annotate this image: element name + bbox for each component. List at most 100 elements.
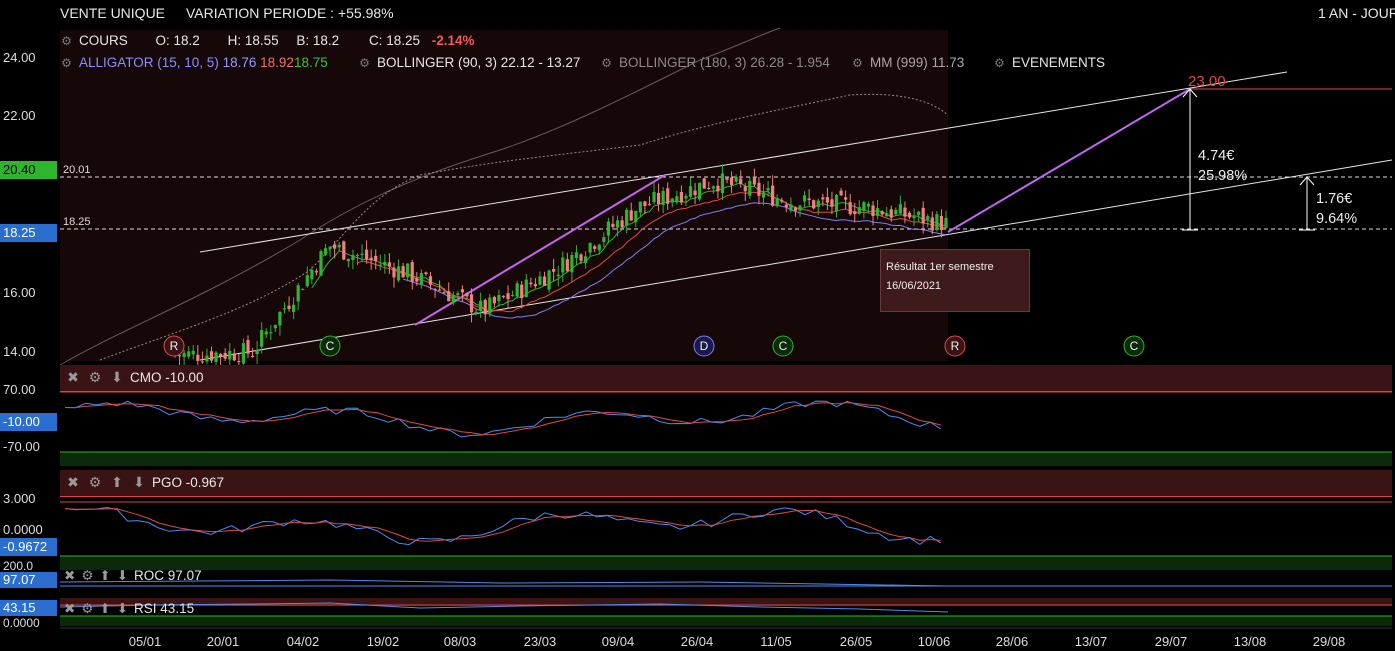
gain2-eur-label: 1.76€ (1316, 191, 1352, 207)
arrow-down-icon[interactable]: ⬇ (108, 369, 126, 386)
candle-body (761, 192, 766, 198)
cours-label: COURS (79, 33, 128, 48)
candle-body (729, 177, 734, 186)
x-tick: 11/05 (760, 634, 792, 649)
arrow-down-icon[interactable]: ⬇ (117, 601, 128, 616)
gear-icon[interactable]: ⚙ (60, 56, 73, 70)
x-tick: 28/06 (995, 634, 1029, 649)
gear-icon[interactable]: ⚙ (993, 56, 1006, 70)
gear-icon[interactable]: ⚙ (851, 56, 864, 70)
close-icon[interactable]: ✖ (64, 601, 75, 616)
candle-body (670, 198, 674, 203)
x-tick: 29/08 (1312, 634, 1346, 649)
candle-body (588, 243, 592, 253)
candle-body (743, 186, 747, 192)
alligator-lips-value: 18.75 (293, 55, 328, 70)
event-label-c2: C (779, 339, 788, 353)
candle-body (844, 197, 848, 200)
x-tick: 20/01 (206, 634, 240, 649)
candle-body (656, 193, 661, 205)
candle-body (424, 272, 428, 274)
candle-body (250, 355, 255, 357)
candle-body (378, 264, 382, 266)
candle-body (269, 332, 273, 334)
candle-body (392, 267, 396, 278)
close-icon[interactable]: ✖ (64, 474, 82, 491)
x-tick: 26/05 (839, 634, 873, 649)
candle-body (205, 355, 209, 362)
close-icon[interactable]: ✖ (64, 369, 82, 386)
period-selector[interactable]: 1 AN - JOUR (1318, 5, 1395, 21)
candle-body (232, 353, 236, 361)
candle-body (725, 177, 729, 180)
rsi-lower-zone (60, 616, 1392, 626)
pgo-title: PGO -0.967 (152, 475, 225, 490)
x-tick: 08/03 (443, 634, 477, 649)
pgo-line (64, 506, 942, 546)
x-tick: 19/02 (366, 634, 400, 649)
pgo-signal (64, 508, 941, 542)
candle-body (396, 266, 401, 281)
arrow-up-icon[interactable]: ⬆ (99, 601, 110, 616)
mm-label: MM (999) 11.73 (870, 55, 965, 70)
candle-body (606, 221, 611, 236)
candle-body (296, 285, 300, 302)
candle-body (926, 216, 930, 220)
events-label: EVENEMENTS (1012, 55, 1106, 70)
gear-icon[interactable]: ⚙ (358, 56, 371, 70)
close-icon[interactable]: ✖ (64, 568, 75, 583)
candle-body (593, 246, 597, 249)
candle-body (552, 269, 556, 272)
candle-body (862, 202, 866, 211)
event-label-r1: R (170, 339, 179, 353)
candle-body (889, 209, 893, 218)
candle-body (355, 254, 360, 256)
candle-body (351, 255, 355, 260)
candle-body (510, 295, 515, 297)
cmo-lower-zone (60, 452, 1392, 466)
candle-body (766, 188, 770, 191)
legend-events[interactable]: ⚙ EVENEMENTS (993, 55, 1105, 70)
gear-icon[interactable]: ⚙ (86, 474, 104, 491)
gain-pct-label: 25.98% (1198, 168, 1247, 184)
candle-body (419, 273, 423, 285)
gear-icon[interactable]: ⚙ (600, 56, 613, 70)
candle-body (894, 209, 898, 215)
legend-mm[interactable]: ⚙ MM (999) 11.73 (851, 55, 964, 70)
arrow-down-icon[interactable]: ⬇ (117, 568, 128, 583)
candle-body (406, 263, 410, 278)
candle-body (369, 257, 373, 261)
candle-body (739, 178, 743, 185)
rsi-bottom-label: 0.0000 (3, 616, 40, 630)
candle-body (237, 361, 241, 363)
candle-body (360, 253, 364, 255)
gear-icon[interactable]: ⚙ (60, 34, 73, 48)
price-chart[interactable]: R C D C R C 23.00 4.74€ 25.98% 1.76€ 9.6… (0, 0, 1395, 651)
arrow-up-icon[interactable]: ⬆ (99, 568, 110, 583)
arrow-up-icon[interactable]: ⬆ (108, 474, 126, 491)
change-value: -2.14% (431, 33, 475, 48)
pgo-lower-zone (60, 556, 1392, 570)
legend-bollinger-180[interactable]: ⚙ BOLLINGER (180, 3) 26.28 - 1.954 (600, 55, 830, 70)
candle-body (638, 201, 642, 213)
legend-bollinger-90[interactable]: ⚙ BOLLINGER (90, 3) 22.12 - 13.27 (358, 55, 580, 70)
cmo-value-tag: -10.00 (0, 413, 57, 431)
event-label-r2: R (951, 339, 960, 353)
candle-body (556, 274, 560, 277)
candle-body (428, 276, 433, 285)
y-tag-last: 18.25 (0, 224, 57, 242)
candle-body (583, 256, 588, 263)
arrow-down-icon[interactable]: ⬇ (130, 474, 148, 491)
candle-body (301, 289, 305, 291)
candle-body (323, 248, 328, 255)
legend-alligator[interactable]: ⚙ ALLIGATOR (15, 10, 5) 18.76 18.9218.75 (60, 55, 328, 70)
gear-icon[interactable]: ⚙ (81, 601, 93, 616)
gear-icon[interactable]: ⚙ (86, 369, 104, 386)
rsi-value-tag: 43.15 (0, 600, 57, 616)
candle-body (438, 289, 442, 291)
event-tooltip: Résultat 1er semestre 16/06/2021 (880, 249, 1030, 312)
rsi-title: RSI 43.15 (134, 601, 195, 616)
legend-cours[interactable]: ⚙ COURS O: 18.2 H: 18.55 B: 18.2 C: 18.25… (60, 33, 475, 48)
gear-icon[interactable]: ⚙ (81, 568, 93, 583)
candle-body (191, 350, 195, 355)
